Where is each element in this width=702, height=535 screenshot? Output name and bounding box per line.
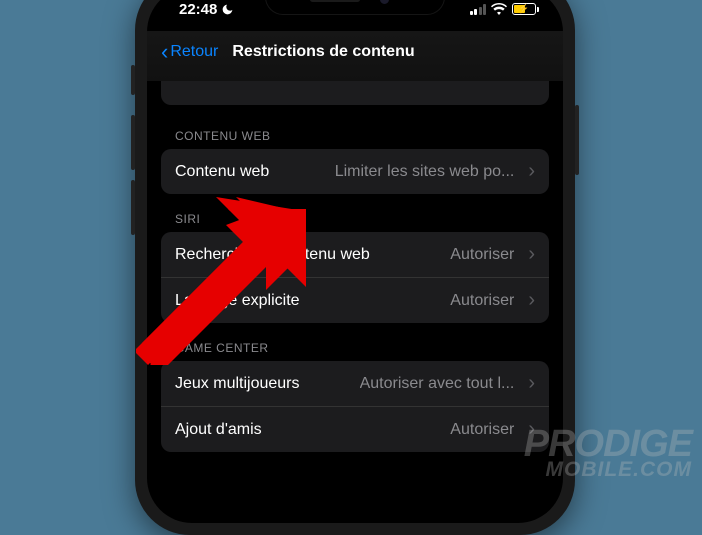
row-value: Limiter les sites web po...	[335, 163, 515, 181]
chevron-right-icon: ›	[528, 372, 535, 395]
row-value: Autoriser avec tout l...	[360, 375, 515, 393]
back-label: Retour	[170, 43, 218, 61]
do-not-disturb-icon	[221, 3, 234, 16]
row-label: Jeux multijoueurs	[175, 375, 300, 393]
chevron-right-icon: ›	[528, 160, 535, 183]
chevron-left-icon: ‹	[161, 41, 168, 63]
navigation-bar: ‹ Retour Restrictions de contenu	[147, 31, 563, 81]
mute-switch	[131, 65, 135, 95]
wifi-icon	[491, 3, 507, 15]
cellular-signal-icon	[470, 4, 487, 15]
volume-up	[131, 115, 135, 170]
watermark-line2: MOBILE.COM	[524, 461, 692, 480]
row-label: Contenu web	[175, 163, 269, 181]
section-header-gamecenter: GAME CENTER	[161, 323, 549, 361]
page-title: Restrictions de contenu	[232, 43, 414, 61]
row-value: Autoriser	[450, 421, 514, 439]
row-label: Ajout d'amis	[175, 421, 442, 439]
section-header-web: CONTENU WEB	[161, 111, 549, 149]
previous-group-bottom	[161, 81, 549, 105]
group-gamecenter: Jeux multijoueurs Autoriser avec tout l.…	[161, 361, 549, 452]
back-button[interactable]: ‹ Retour	[155, 37, 224, 67]
row-siri-explicit[interactable]: Langage explicite Autoriser ›	[161, 277, 549, 323]
power-button	[575, 105, 579, 175]
row-multiplayer[interactable]: Jeux multijoueurs Autoriser avec tout l.…	[161, 361, 549, 406]
row-value: Autoriser	[450, 292, 514, 310]
watermark-line1: PRODIGE	[524, 427, 692, 461]
watermark: PRODIGE MOBILE.COM	[524, 427, 692, 480]
section-header-siri: SIRI	[161, 194, 549, 232]
row-add-friends[interactable]: Ajout d'amis Autoriser ›	[161, 406, 549, 452]
status-time: 22:48	[179, 1, 217, 18]
row-label: Langage explicite	[175, 292, 442, 310]
volume-down	[131, 180, 135, 235]
settings-content: CONTENU WEB Contenu web Limiter les site…	[147, 81, 563, 452]
notch	[265, 0, 445, 15]
group-siri: Recherche de contenu web Autoriser › Lan…	[161, 232, 549, 323]
chevron-right-icon: ›	[528, 243, 535, 266]
row-web-content[interactable]: Contenu web Limiter les sites web po... …	[161, 149, 549, 194]
battery-icon: ⚡	[512, 3, 539, 15]
screen: 22:48 ⚡	[147, 0, 563, 523]
row-label: Recherche de contenu web	[175, 246, 442, 264]
chevron-right-icon: ›	[528, 289, 535, 312]
row-siri-search[interactable]: Recherche de contenu web Autoriser ›	[161, 232, 549, 277]
group-web: Contenu web Limiter les sites web po... …	[161, 149, 549, 194]
row-value: Autoriser	[450, 246, 514, 264]
phone-frame: 22:48 ⚡	[135, 0, 575, 535]
